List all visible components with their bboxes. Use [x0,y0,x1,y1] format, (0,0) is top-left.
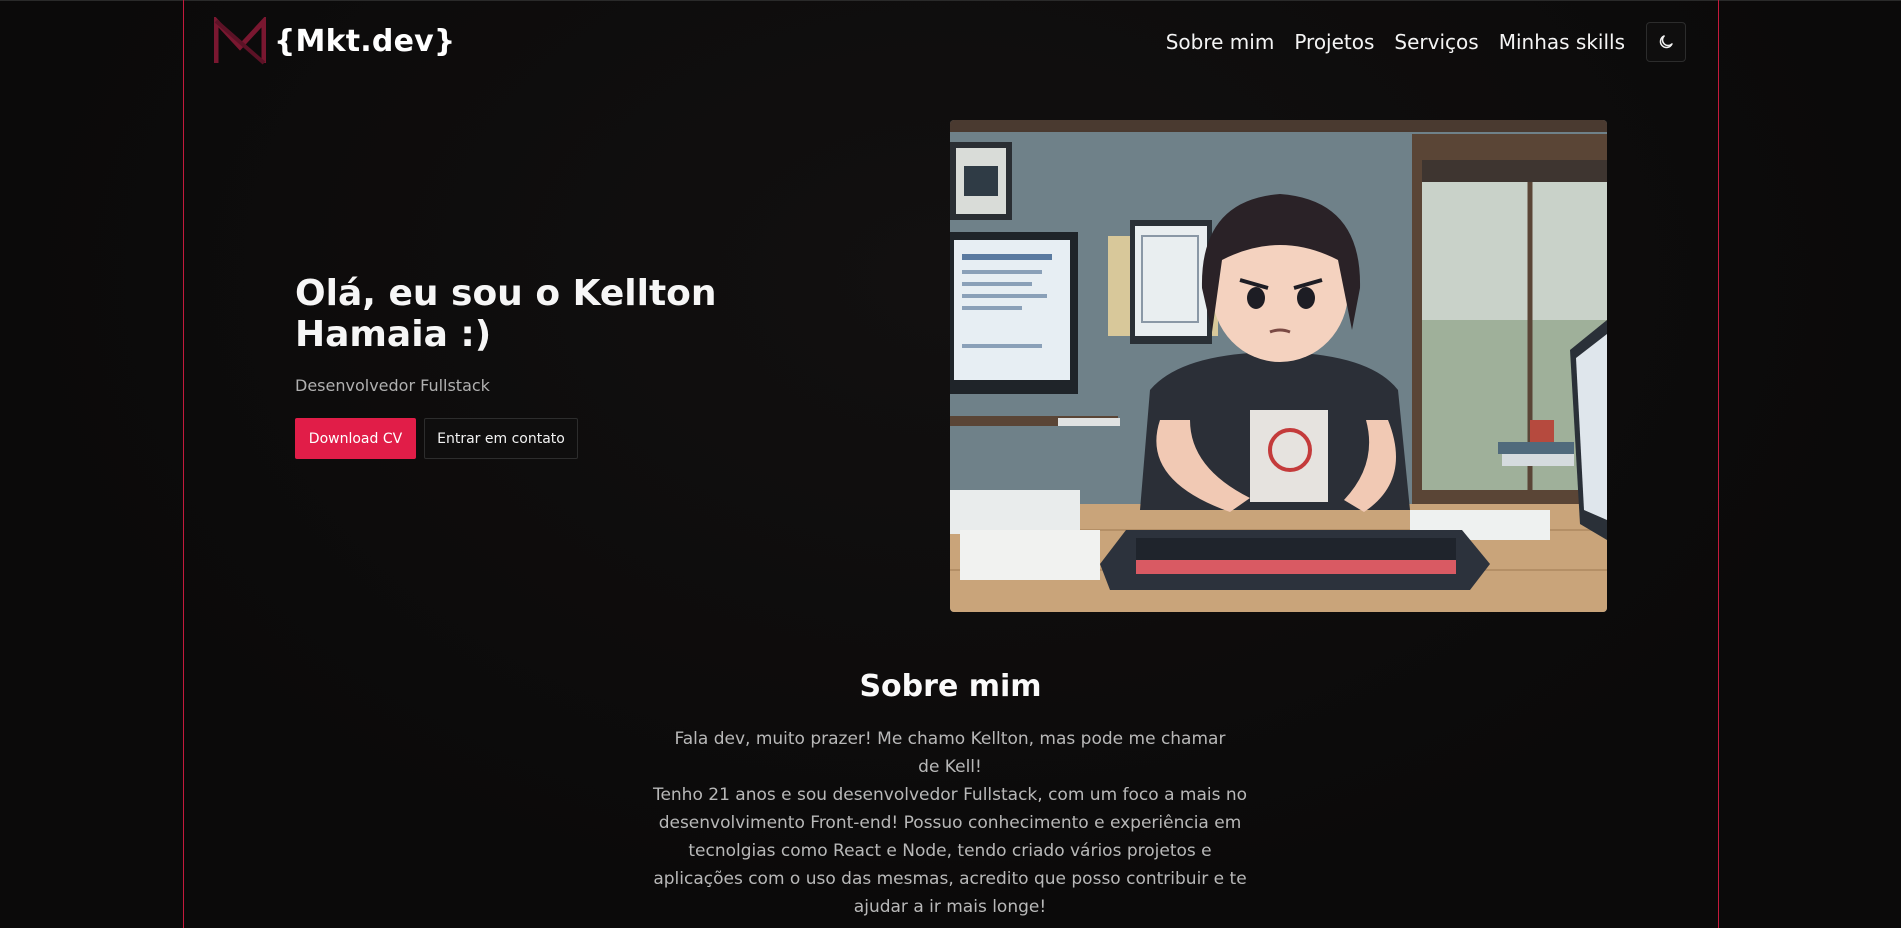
logo-mark-icon [214,17,266,65]
hero-illustration [950,120,1607,612]
nav-item-minhas-skills[interactable]: Minhas skills [1499,30,1625,54]
contact-button[interactable]: Entrar em contato [424,418,578,459]
hero-title: Olá, eu sou o Kellton Hamaia :) [295,273,717,355]
hero-actions: Download CV Entrar em contato [295,418,578,459]
about-paragraph-detail: Tenho 21 anos e sou desenvolvedor Fullst… [652,785,1248,917]
about-text: Fala dev, muito prazer! Me chamo Kellton… [650,725,1250,921]
portfolio-page: {Mkt.dev} Sobre mim Projetos Serviços Mi… [0,0,1901,928]
logo-text: {Mkt.dev} [274,23,456,59]
programmer-illustration [950,120,1607,612]
theme-toggle-button[interactable] [1646,22,1686,62]
brand-logo[interactable]: {Mkt.dev} [214,17,455,65]
about-paragraph-intro: Fala dev, muito prazer! Me chamo Kellton… [674,729,1226,777]
nav-item-servicos[interactable]: Serviços [1394,30,1478,54]
main-nav: Sobre mim Projetos Serviços Minhas skill… [1166,22,1686,62]
nav-item-sobre-mim[interactable]: Sobre mim [1166,30,1275,54]
hero-subtitle: Desenvolvedor Fullstack [295,376,490,395]
about-title: Sobre mim [859,669,1042,704]
download-cv-button[interactable]: Download CV [295,418,416,459]
nav-item-projetos[interactable]: Projetos [1294,30,1374,54]
moon-icon [1659,35,1673,49]
